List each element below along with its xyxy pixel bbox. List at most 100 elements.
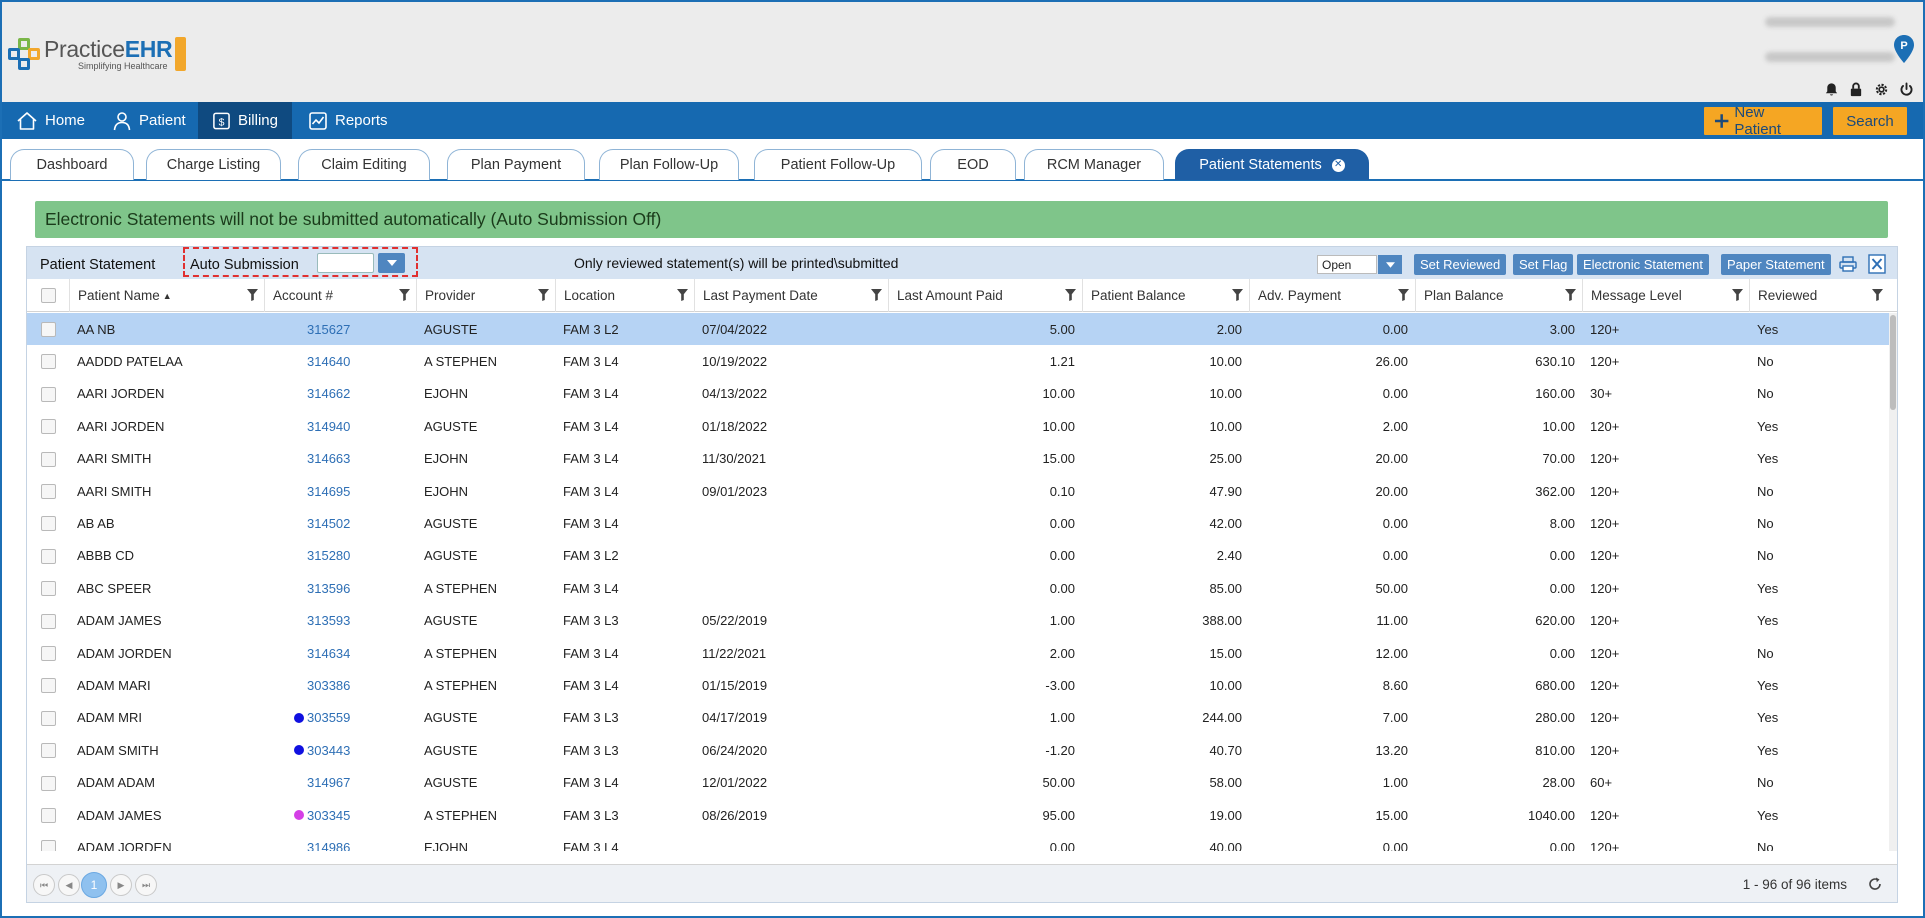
account-link[interactable]: 303559	[307, 710, 350, 725]
account-link[interactable]: 313593	[307, 613, 350, 628]
tab-charge-listing[interactable]: Charge Listing	[146, 149, 281, 180]
tab-rcm-manager[interactable]: RCM Manager	[1024, 149, 1164, 180]
cell-account[interactable]: 313596	[294, 572, 444, 604]
column-header-adv-payment[interactable]: Adv. Payment	[1249, 279, 1415, 312]
table-row[interactable]: AARI JORDEN 314662 EJOHN FAM 3 L4 04/13/2022…	[27, 378, 1889, 410]
table-row[interactable]: AA NB 315627 AGUSTE FAM 3 L2 07/04/2022 5.00 2…	[27, 313, 1889, 346]
account-link[interactable]: 314634	[307, 646, 350, 661]
select-all-checkbox[interactable]	[41, 288, 56, 303]
column-header-plan-balance[interactable]: Plan Balance	[1415, 279, 1582, 312]
app-logo[interactable]: PracticeEHR Simplifying Healthcare	[8, 34, 187, 74]
row-checkbox[interactable]	[41, 419, 56, 435]
row-checkbox[interactable]	[41, 386, 56, 402]
account-link[interactable]: 315280	[307, 548, 350, 563]
row-checkbox[interactable]	[41, 710, 56, 726]
status-filter-select[interactable]: Open	[1317, 255, 1377, 274]
excel-export-icon[interactable]	[1867, 254, 1887, 274]
tab-plan-follow-up[interactable]: Plan Follow-Up	[599, 149, 739, 180]
electronic-statement-button[interactable]: Electronic Statement	[1577, 254, 1709, 275]
scrollbar-thumb[interactable]	[1890, 315, 1896, 410]
account-link[interactable]: 303386	[307, 678, 350, 693]
next-page-button[interactable]: ▶	[110, 874, 132, 896]
table-row[interactable]: AARI SMITH 314695 EJOHN FAM 3 L4 09/01/2023 0…	[27, 475, 1889, 507]
account-link[interactable]: 314695	[307, 484, 350, 499]
row-checkbox[interactable]	[41, 613, 56, 629]
column-header-location[interactable]: Location	[555, 279, 694, 312]
table-row[interactable]: ADAM SMITH 303443 AGUSTE FAM 3 L3 06/24/2020…	[27, 734, 1889, 766]
table-row[interactable]: ADAM JAMES 313593 AGUSTE FAM 3 L3 05/22/2019…	[27, 605, 1889, 637]
row-checkbox[interactable]	[41, 548, 56, 564]
cell-account[interactable]: 303443	[294, 734, 444, 766]
tab-patient-follow-up[interactable]: Patient Follow-Up	[754, 149, 922, 180]
set-reviewed-button[interactable]: Set Reviewed	[1414, 254, 1507, 275]
table-row[interactable]: ADAM MRI 303559 AGUSTE FAM 3 L3 04/17/2019 1.…	[27, 702, 1889, 734]
lock-icon[interactable]	[1847, 80, 1865, 98]
bell-icon[interactable]	[1822, 80, 1840, 98]
cell-account[interactable]: 314634	[294, 637, 444, 669]
paper-statement-button[interactable]: Paper Statement	[1721, 254, 1831, 275]
row-checkbox[interactable]	[41, 516, 56, 532]
nav-home[interactable]: Home	[2, 102, 99, 139]
cell-account[interactable]: 315627	[294, 313, 444, 345]
cell-account[interactable]: 303559	[294, 702, 444, 734]
nav-patient[interactable]: Patient	[98, 102, 200, 139]
cell-account[interactable]: 314663	[294, 443, 444, 475]
header-select-all[interactable]	[27, 279, 69, 312]
vertical-scrollbar[interactable]	[1889, 313, 1897, 851]
close-icon[interactable]: ✕	[1331, 158, 1345, 172]
tab-patient-statements[interactable]: Patient Statements ✕	[1175, 149, 1369, 180]
table-row[interactable]: AARI JORDEN 314940 AGUSTE FAM 3 L4 01/18/202…	[27, 410, 1889, 442]
filter-icon[interactable]	[1232, 289, 1243, 304]
table-row[interactable]: ADAM JAMES 303345 A STEPHEN FAM 3 L3 08/26/2…	[27, 799, 1889, 831]
gear-icon[interactable]	[1872, 80, 1890, 98]
account-link[interactable]: 303443	[307, 743, 350, 758]
cell-account[interactable]: 314967	[294, 767, 444, 799]
tab-claim-editing[interactable]: Claim Editing	[298, 149, 430, 180]
account-link[interactable]: 314967	[307, 775, 350, 790]
new-patient-button[interactable]: New Patient	[1704, 104, 1822, 138]
filter-icon[interactable]	[247, 289, 258, 304]
table-row[interactable]: ABC SPEER 313596 A STEPHEN FAM 3 L4 0.00 85.0…	[27, 572, 1889, 604]
account-link[interactable]: 314940	[307, 419, 350, 434]
column-header-patient-name[interactable]: Patient Name ▲	[69, 279, 264, 312]
account-link[interactable]: 313596	[307, 581, 350, 596]
column-header-message-level[interactable]: Message Level	[1582, 279, 1749, 312]
cell-account[interactable]: 313593	[294, 605, 444, 637]
table-row[interactable]: ADAM JORDEN 314634 A STEPHEN FAM 3 L4 11/22/…	[27, 637, 1889, 669]
cell-account[interactable]: 315280	[294, 540, 444, 572]
cell-account[interactable]: 314502	[294, 507, 444, 539]
table-row[interactable]: ABBB CD 315280 AGUSTE FAM 3 L2 0.00 2.40 0.00 0…	[27, 540, 1889, 572]
row-checkbox[interactable]	[41, 646, 56, 661]
auto-submission-select[interactable]	[317, 253, 374, 273]
last-page-button[interactable]: ⏭	[135, 874, 157, 896]
row-checkbox[interactable]	[41, 743, 56, 759]
table-row[interactable]: AADDD PATELAA 314640 A STEPHEN FAM 3 L4 10/1…	[27, 345, 1889, 377]
row-checkbox[interactable]	[41, 484, 56, 499]
filter-icon[interactable]	[1565, 289, 1576, 304]
row-checkbox[interactable]	[41, 322, 56, 337]
prev-page-button[interactable]: ◀	[58, 874, 80, 896]
column-header-last-payment-date[interactable]: Last Payment Date	[694, 279, 888, 312]
row-checkbox[interactable]	[41, 581, 56, 597]
account-link[interactable]: 314502	[307, 516, 350, 531]
column-header-provider[interactable]: Provider	[416, 279, 555, 312]
row-checkbox[interactable]	[41, 678, 56, 694]
table-row[interactable]: AARI SMITH 314663 EJOHN FAM 3 L4 11/30/2021 1…	[27, 443, 1889, 475]
cell-account[interactable]: 314940	[294, 410, 444, 442]
row-checkbox[interactable]	[41, 808, 56, 823]
location-pin-icon[interactable]: P	[1893, 34, 1915, 64]
column-header-account[interactable]: Account #	[264, 279, 416, 312]
table-row[interactable]: ADAM ADAM 314967 AGUSTE FAM 3 L4 12/01/2022 5…	[27, 767, 1889, 799]
nav-reports[interactable]: Reports	[294, 102, 402, 139]
row-checkbox[interactable]	[41, 451, 56, 467]
cell-account[interactable]: 314662	[294, 378, 444, 410]
cell-account[interactable]: 314695	[294, 475, 444, 507]
refresh-icon[interactable]	[1867, 876, 1883, 892]
table-row[interactable]: AB AB 314502 AGUSTE FAM 3 L4 0.00 42.00 0.00 8.…	[27, 507, 1889, 539]
row-checkbox[interactable]	[41, 354, 56, 370]
first-page-button[interactable]: ⏮	[33, 874, 55, 896]
column-header-patient-balance[interactable]: Patient Balance	[1082, 279, 1249, 312]
table-row[interactable]: ADAM JORDEN 314986 EJOHN FAM 3 L4 0.00 40.00 0…	[27, 831, 1889, 851]
account-link[interactable]: 314986	[307, 840, 350, 851]
set-flag-button[interactable]: Set Flag	[1513, 254, 1574, 275]
